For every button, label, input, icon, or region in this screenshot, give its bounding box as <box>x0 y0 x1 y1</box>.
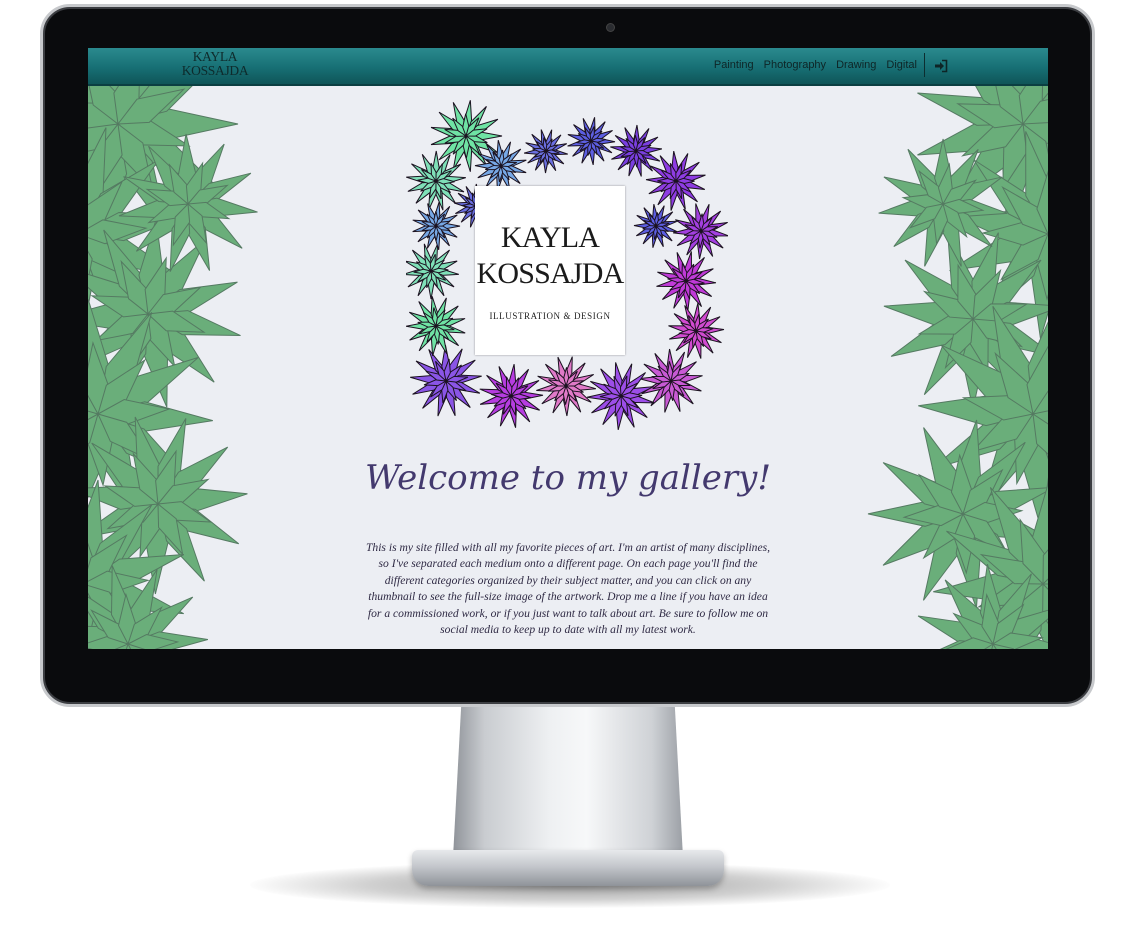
left-leaf-decoration <box>88 84 258 649</box>
sign-in-icon[interactable] <box>934 59 948 73</box>
top-navbar: KAYLA KOSSAJDA Painting Photography Draw… <box>88 48 1048 86</box>
webcam <box>607 24 614 31</box>
nav-link-painting[interactable]: Painting <box>714 59 754 71</box>
intro-paragraph: This is my site filled with all my favor… <box>365 541 771 637</box>
right-leaf-decoration <box>867 84 1048 649</box>
logo-line-2: KOSSAJDA <box>476 257 625 290</box>
logo-name: KAYLA KOSSAJDA <box>475 220 625 292</box>
nav-link-digital[interactable]: Digital <box>886 59 917 71</box>
nav-link-photography[interactable]: Photography <box>764 59 826 71</box>
brand-line-1: KAYLA <box>192 49 238 64</box>
brand-line-2: KOSSAJDA <box>181 63 249 78</box>
nav-divider <box>924 53 925 77</box>
nav-link-drawing[interactable]: Drawing <box>836 59 876 71</box>
logo-line-1: KAYLA <box>500 221 600 254</box>
logo-subtitle: ILLUSTRATION & DESIGN <box>489 311 611 321</box>
nav-links: Painting Photography Drawing Digital <box>714 59 917 71</box>
welcome-heading: Welcome to my gallery! <box>364 458 772 498</box>
brand-logo[interactable]: KAYLA KOSSAJDA <box>180 50 250 78</box>
monitor-stand-base <box>412 850 724 886</box>
logo-title-box: KAYLA KOSSAJDA ILLUSTRATION & DESIGN <box>475 186 625 355</box>
website-screen: KAYLA KOSSAJDA Painting Photography Draw… <box>88 48 1048 649</box>
